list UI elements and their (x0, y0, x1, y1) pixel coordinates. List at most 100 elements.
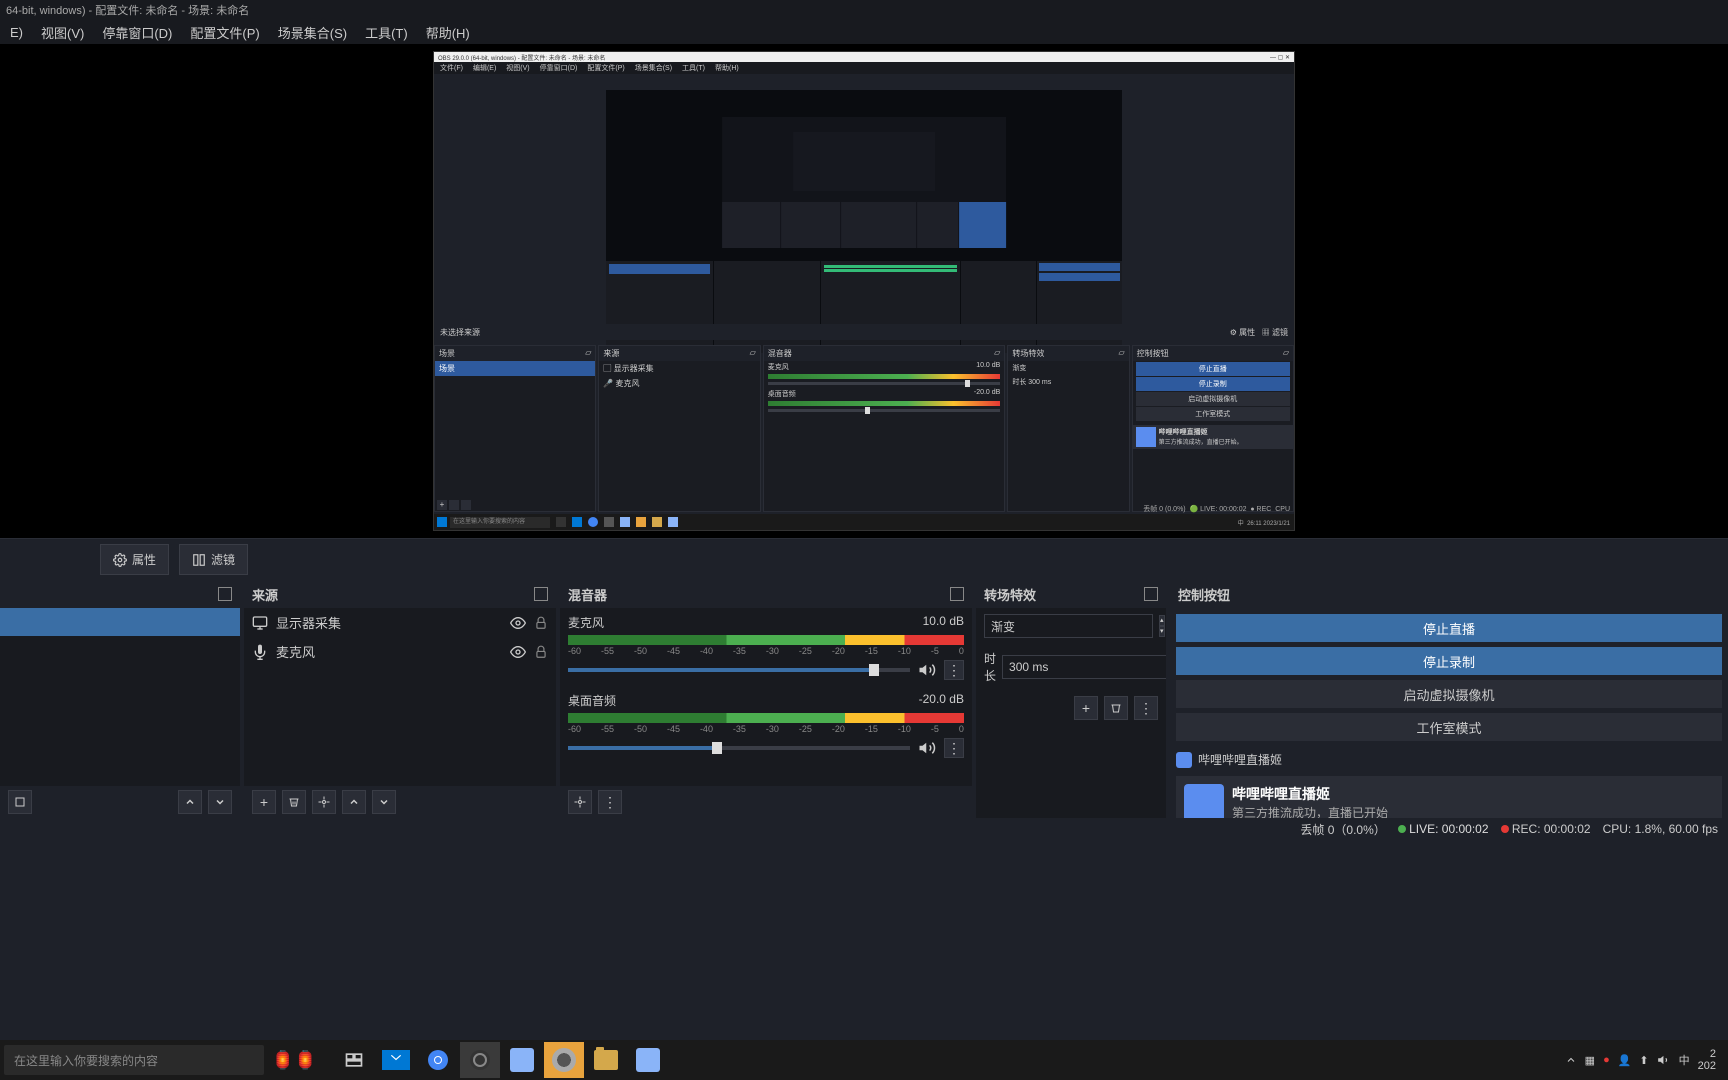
app-icon (636, 1048, 660, 1072)
popout-icon[interactable] (218, 587, 232, 601)
volume-slider[interactable] (568, 746, 910, 750)
tray-icon[interactable]: 👤 (1618, 1054, 1632, 1067)
add-transition-button[interactable]: + (1074, 696, 1098, 720)
stop-stream-button[interactable]: 停止直播 (1176, 614, 1722, 642)
scene-item[interactable] (0, 608, 240, 636)
tray-icon[interactable]: ⬆ (1639, 1054, 1648, 1067)
dropped-frames: 丢帧 0（0.0%） (1300, 821, 1385, 838)
tray-icon[interactable]: ● (1603, 1054, 1610, 1066)
add-source-button[interactable]: + (252, 790, 276, 814)
filter-icon (192, 553, 206, 567)
menu-view[interactable]: 视图(V) (41, 23, 84, 42)
task-view-icon (344, 1050, 364, 1070)
nested-sources: 来源▱ ▢ 显示器采集 🎤 麦克风 (598, 345, 760, 512)
obs-app[interactable] (460, 1042, 500, 1078)
source-item-mic[interactable]: 麦克风 (244, 637, 556, 666)
folder-icon (594, 1050, 618, 1070)
menu-tools[interactable]: 工具(T) (365, 23, 408, 42)
taskbar-search[interactable]: 在这里输入你要搜索的内容 (4, 1045, 264, 1075)
lock-icon[interactable] (534, 616, 548, 630)
controls-header: 控制按钮 (1170, 580, 1728, 608)
meter-ticks: -60-55-50-45-40-35-30-25-20-15-10-50 (568, 724, 964, 734)
task-view-button[interactable] (334, 1042, 374, 1078)
speaker-icon[interactable] (918, 661, 936, 679)
audio-meter (568, 635, 964, 645)
mixer-channel-desktop: 桌面音频-20.0 dB -60-55-50-45-40-35-30-25-20… (560, 686, 972, 764)
window-title: 64-bit, windows) - 配置文件: 未命名 - 场景: 未命名 (6, 2, 249, 18)
taskbar-clock[interactable]: 2 202 (1698, 1048, 1716, 1072)
eye-icon[interactable] (510, 615, 526, 631)
audio-meter (568, 713, 964, 723)
menu-docks[interactable]: 停靠窗口(D) (102, 23, 172, 42)
nested-taskbar: 在这里输入你要搜索的内容 中 26:11 2023/1/21 (434, 514, 1294, 530)
move-down-button[interactable] (372, 790, 396, 814)
studio-mode-button[interactable]: 工作室模式 (1176, 713, 1722, 741)
chevron-up-icon (348, 796, 360, 808)
chrome-icon (426, 1048, 450, 1072)
scenes-list[interactable] (0, 608, 240, 786)
popout-icon[interactable] (950, 587, 964, 601)
move-up-button[interactable] (178, 790, 202, 814)
channel-menu-button[interactable]: ⋮ (944, 660, 964, 680)
cpu-status: CPU: 1.8%, 60.00 fps (1603, 822, 1718, 836)
remove-transition-button[interactable] (1104, 696, 1128, 720)
mixer-header: 混音器 (560, 580, 972, 608)
mail-icon (387, 1053, 405, 1067)
speaker-icon[interactable] (1657, 1053, 1671, 1067)
taskbar-widget[interactable]: 🏮🏮 (264, 1050, 324, 1071)
nested-controls: 控制按钮▱ 停止直播 停止录制 启动虚拟摄像机 工作室模式 哔哩哔哩直播姬第三方… (1132, 345, 1294, 512)
preview-area[interactable]: OBS 29.0.0 (64-bit, windows) - 配置文件: 未命名… (0, 44, 1728, 538)
rec-dot-icon (1501, 825, 1509, 833)
sources-header: 来源 (244, 580, 556, 608)
explorer-app[interactable] (586, 1042, 626, 1078)
rec-status: REC: 00:00:02 (1501, 822, 1591, 836)
preview-capture: OBS 29.0.0 (64-bit, windows) - 配置文件: 未命名… (433, 51, 1295, 531)
remove-source-button[interactable] (282, 790, 306, 814)
channel-menu-button[interactable]: ⋮ (944, 738, 964, 758)
sources-list[interactable]: 显示器采集 麦克风 (244, 608, 556, 786)
source-item-display[interactable]: 显示器采集 (244, 608, 556, 637)
speaker-icon[interactable] (918, 739, 936, 757)
stop-record-button[interactable]: 停止录制 (1176, 647, 1722, 675)
live-status: LIVE: 00:00:02 (1398, 822, 1489, 836)
mixer-settings-button[interactable] (568, 790, 592, 814)
move-up-button[interactable] (342, 790, 366, 814)
scene-filter-button[interactable] (8, 790, 32, 814)
virtual-cam-button[interactable]: 启动虚拟摄像机 (1176, 680, 1722, 708)
lock-icon[interactable] (534, 645, 548, 659)
transitions-panel: 转场特效 ▴▾ 时长 ▴▾ + ⋮ (976, 580, 1166, 818)
menu-help[interactable]: 帮助(H) (426, 23, 470, 42)
obs-icon (468, 1048, 492, 1072)
sources-footer: + (244, 786, 556, 818)
filters-button[interactable]: 滤镜 (179, 544, 248, 575)
properties-button[interactable]: 属性 (100, 544, 169, 575)
scenes-footer (0, 786, 240, 818)
mail-app[interactable] (376, 1042, 416, 1078)
source-settings-button[interactable] (312, 790, 336, 814)
mixer-menu-button[interactable]: ⋮ (598, 790, 622, 814)
tray-icon[interactable]: ▦ (1585, 1054, 1595, 1067)
transition-dropdown[interactable]: ▴▾ (1159, 615, 1165, 637)
chrome-app[interactable] (418, 1042, 458, 1078)
duration-input[interactable] (1002, 655, 1166, 679)
menu-file[interactable]: E) (10, 25, 23, 40)
filter-icon (14, 796, 26, 808)
menu-profile[interactable]: 配置文件(P) (190, 23, 259, 42)
move-down-button[interactable] (208, 790, 232, 814)
volume-slider[interactable] (568, 668, 910, 672)
app-4[interactable] (502, 1042, 542, 1078)
transition-select[interactable] (984, 614, 1153, 638)
notification-toast[interactable]: 哔哩哔哩直播姬 第三方推流成功，直播已开始 (1176, 776, 1722, 818)
ime-indicator[interactable]: 中 (1679, 1052, 1690, 1068)
popout-icon[interactable] (1144, 587, 1158, 601)
transition-menu-button[interactable]: ⋮ (1134, 696, 1158, 720)
menu-scene-collection[interactable]: 场景集合(S) (278, 23, 347, 42)
nested-mixer: 混音器▱ 麦克风10.0 dB 桌面音频-20.0 dB (763, 345, 1006, 512)
app-7[interactable] (628, 1042, 668, 1078)
nested-transitions: 转场特效▱ 渐变 时长 300 ms (1007, 345, 1129, 512)
app-5[interactable] (544, 1042, 584, 1078)
eye-icon[interactable] (510, 644, 526, 660)
chevron-up-icon[interactable] (1565, 1054, 1577, 1066)
popout-icon[interactable] (534, 587, 548, 601)
lantern-icon: 🏮🏮 (272, 1050, 317, 1071)
